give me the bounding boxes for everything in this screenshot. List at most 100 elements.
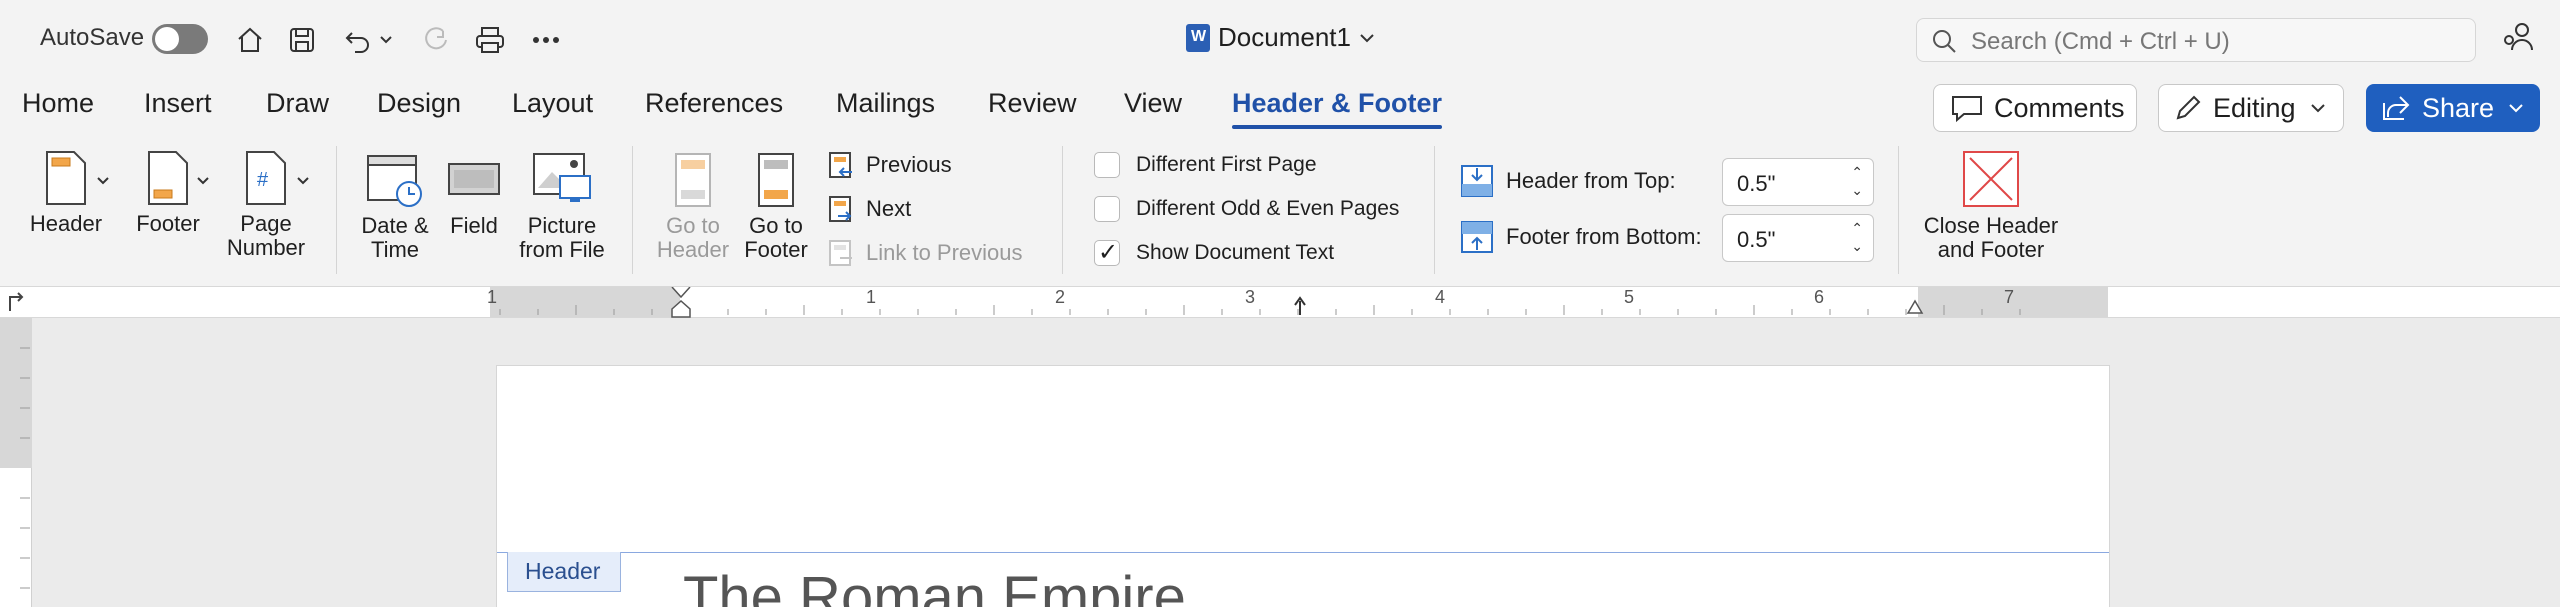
chevron-down-icon	[1360, 33, 1374, 42]
document-canvas: Header The Roman Empire	[0, 318, 2560, 607]
show-document-text-checkbox[interactable]: Show Document Text	[1094, 238, 1335, 267]
next-section-icon	[829, 196, 852, 222]
page-number-dropdown-icon[interactable]	[296, 176, 310, 186]
tab-home[interactable]: Home	[22, 88, 94, 119]
tab-view[interactable]: View	[1124, 88, 1182, 119]
footer-from-bottom-stepper-icon[interactable]: ⌃ ⌄	[1851, 219, 1863, 255]
share-button[interactable]: Share	[2366, 84, 2540, 132]
redo-icon[interactable]	[414, 18, 458, 62]
document-title[interactable]: Document1	[1186, 22, 1375, 53]
field-button[interactable]: Field	[442, 150, 506, 238]
pencil-icon	[2176, 95, 2201, 120]
share-people-icon[interactable]	[2500, 20, 2536, 61]
ruler-number: 7	[2004, 287, 2015, 307]
search-box[interactable]: Search (Cmd + Ctrl + U)	[1916, 18, 2476, 62]
next-button[interactable]: Next	[826, 194, 911, 224]
footer-button[interactable]: Footer	[124, 150, 212, 236]
show-document-text-label: Show Document Text	[1136, 241, 1335, 264]
horizontal-ruler[interactable]: 1 1 2 3 4 5 6 7	[0, 286, 2560, 318]
tab-header-footer[interactable]: Header & Footer	[1232, 88, 1443, 129]
different-first-page-label: Different First Page	[1136, 153, 1317, 176]
go-to-footer-button[interactable]: Go to Footer	[734, 152, 818, 262]
comments-button[interactable]: Comments	[1933, 84, 2137, 132]
first-line-indent-marker[interactable]	[670, 287, 692, 321]
ruler-number: 2	[1055, 287, 1066, 307]
footer-dropdown-icon[interactable]	[196, 176, 210, 186]
picture-icon	[533, 153, 591, 202]
tab-layout[interactable]: Layout	[512, 88, 593, 119]
header-boundary-line	[497, 552, 2109, 553]
previous-section-icon	[829, 152, 852, 178]
page-number-button[interactable]: # Page Number	[222, 150, 310, 260]
go-to-header-button[interactable]: Go to Header	[650, 152, 736, 262]
right-indent-marker[interactable]	[1906, 297, 1924, 315]
header-position-icon	[1461, 165, 1493, 197]
tab-stop-icon[interactable]	[6, 291, 26, 313]
tab-mailings[interactable]: Mailings	[836, 88, 935, 119]
undo-icon[interactable]	[336, 18, 380, 62]
link-to-previous-button[interactable]: Link to Previous	[826, 238, 1023, 268]
previous-label: Previous	[866, 152, 952, 177]
go-to-header-label-1: Go to	[666, 213, 720, 238]
ruler-number: 6	[1814, 287, 1825, 307]
picture-from-file-button[interactable]: Picture from File	[514, 150, 610, 262]
ribbon-separator	[632, 146, 633, 274]
editing-mode-button[interactable]: Editing	[2158, 84, 2344, 132]
share-icon	[2383, 96, 2410, 120]
document-heading[interactable]: The Roman Empire	[683, 564, 1186, 607]
tab-review[interactable]: Review	[988, 88, 1077, 119]
header-from-top-input[interactable]: 0.5" ⌃ ⌄	[1722, 158, 1874, 206]
go-to-footer-label-1: Go to	[749, 213, 803, 238]
picture-label-1: Picture	[527, 213, 597, 238]
comments-label: Comments	[1994, 92, 2125, 123]
footer-from-bottom-value: 0.5"	[1737, 227, 1776, 252]
ribbon-separator	[1898, 146, 1899, 274]
go-to-header-label-2: Header	[656, 237, 730, 262]
tab-draw[interactable]: Draw	[266, 88, 329, 119]
header-from-top-stepper-icon[interactable]: ⌃ ⌄	[1851, 163, 1863, 199]
different-first-page-checkbox[interactable]: Different First Page	[1094, 152, 1317, 178]
different-odd-even-checkbox[interactable]: Different Odd & Even Pages	[1094, 196, 1399, 222]
close-header-footer-button[interactable]: Close Header and Footer	[1916, 150, 2066, 262]
header-from-top-label: Header from Top:	[1506, 168, 1676, 193]
close-label-2: and Footer	[1937, 237, 2045, 262]
footer-from-bottom-input[interactable]: 0.5" ⌃ ⌄	[1722, 214, 1874, 262]
link-to-previous-label: Link to Previous	[866, 240, 1023, 265]
comment-icon	[1952, 96, 1982, 123]
chevron-down-icon	[2509, 104, 2523, 113]
ruler-number: 1	[866, 287, 877, 307]
more-icon[interactable]	[524, 18, 568, 62]
different-first-page-box[interactable]	[1094, 152, 1120, 178]
show-document-text-box[interactable]	[1094, 238, 1120, 267]
search-placeholder: Search (Cmd + Ctrl + U)	[1971, 28, 2230, 55]
tab-insert[interactable]: Insert	[144, 88, 212, 119]
home-icon[interactable]	[228, 18, 272, 62]
page-number-label-1: Page	[240, 211, 292, 236]
svg-text:#: #	[257, 169, 269, 191]
date-time-button[interactable]: Date & Time	[350, 150, 440, 262]
different-odd-even-box[interactable]	[1094, 196, 1120, 222]
go-to-header-icon	[675, 153, 711, 207]
close-label-1: Close Header	[1923, 213, 2059, 238]
autosave-label: AutoSave	[40, 24, 145, 51]
print-icon[interactable]	[468, 18, 512, 62]
undo-dropdown-icon[interactable]	[376, 18, 396, 62]
word-doc-icon	[1186, 23, 1210, 52]
save-icon[interactable]	[280, 18, 324, 62]
previous-button[interactable]: Previous	[826, 150, 952, 180]
field-label: Field	[450, 213, 498, 238]
page-number-label-2: Number	[226, 235, 306, 260]
tab-references[interactable]: References	[645, 88, 783, 119]
header-tag: Header	[507, 552, 621, 592]
footer-from-bottom-label-group: Footer from Bottom:	[1460, 220, 1702, 254]
center-tab-marker[interactable]	[1292, 295, 1308, 315]
header-button[interactable]: Header	[22, 150, 110, 236]
header-dropdown-icon[interactable]	[96, 176, 110, 186]
ruler-number: 4	[1435, 287, 1446, 307]
document-page[interactable]: Header The Roman Empire	[496, 365, 2110, 607]
document-title-text: Document1	[1218, 22, 1351, 52]
tab-design[interactable]: Design	[377, 88, 461, 119]
ruler-number: 5	[1624, 287, 1635, 307]
autosave-toggle[interactable]	[152, 24, 208, 54]
vertical-ruler[interactable]	[0, 318, 32, 607]
